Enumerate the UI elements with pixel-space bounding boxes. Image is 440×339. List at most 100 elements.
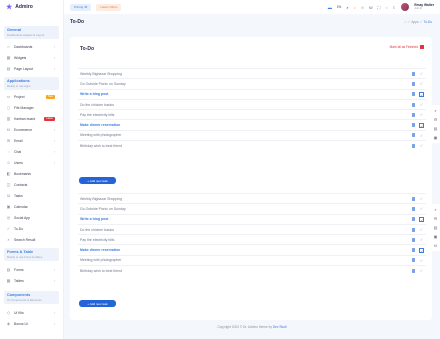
add-task-button[interactable]: + Add new task	[79, 300, 116, 307]
task-row[interactable]: Birthday wish to best friend ✓	[78, 140, 426, 150]
add-task-button[interactable]: + Add new task	[79, 177, 116, 184]
star-icon[interactable]: ☆	[361, 5, 365, 10]
check-icon[interactable]: ✓	[419, 216, 424, 223]
layout-icon[interactable]: ▤	[434, 225, 438, 230]
sidebar-item-project[interactable]: ▭ Project New	[0, 91, 63, 102]
sidebar-item-search-result[interactable]: ⌕ Search Result	[0, 234, 63, 245]
check-icon[interactable]: ✓	[419, 237, 424, 242]
trash-icon[interactable]	[412, 92, 415, 97]
breadcrumb-apps[interactable]: Apps	[411, 20, 418, 24]
sidebar-item-todo[interactable]: ✓ To-Do	[0, 223, 63, 234]
mark-all-finished[interactable]: Mark all as Finished	[390, 45, 424, 49]
search-icon[interactable]: ⌕	[434, 207, 436, 212]
task-row[interactable]: Go Outside Picnic on Sunday ✓	[78, 78, 426, 88]
image-icon[interactable]: ▣	[434, 135, 438, 140]
check-icon[interactable]: ✓	[419, 247, 424, 254]
trash-icon[interactable]	[412, 268, 415, 273]
sidebar-item-tasks[interactable]: ☑ Tasks	[0, 190, 63, 201]
offers-pill[interactable]: Latest Offers	[96, 3, 122, 11]
trash-icon[interactable]	[412, 81, 415, 86]
trash-icon[interactable]	[412, 196, 415, 201]
task-row[interactable]: Weekly Bigbazar Shopping ✓	[78, 68, 426, 78]
pricing-pill[interactable]: Pricing 45	[70, 3, 92, 11]
check-icon[interactable]: ✓	[419, 133, 424, 138]
sidebar-item-forms[interactable]: ▤ Forms ›	[0, 264, 63, 275]
trash-icon[interactable]	[412, 206, 415, 211]
task-row[interactable]: Do the chicken basics ✓	[78, 98, 426, 109]
chevron-right-icon: ›	[53, 127, 55, 132]
check-icon[interactable]: ✓	[419, 227, 424, 232]
flag-icon[interactable]: ▬	[328, 5, 332, 10]
trash-icon[interactable]	[412, 123, 415, 128]
avatar[interactable]	[401, 3, 410, 11]
sidebar-item-email[interactable]: ✉ Email ›	[0, 135, 63, 146]
brand-logo[interactable]: ★ Admiro	[0, 0, 63, 14]
trash-icon[interactable]	[412, 133, 415, 138]
task-row[interactable]: Weekly Bigbazar Shopping ✓	[78, 193, 426, 203]
sidebar-item-ui-kits[interactable]: ◇ Ui Kits ›	[0, 307, 63, 318]
sidebar-item-bookmarks[interactable]: ◧ Bookmarks	[0, 168, 63, 179]
trash-icon[interactable]	[412, 237, 415, 242]
cart-icon[interactable]: ⛁	[434, 243, 437, 248]
chat-icon[interactable]: ◌	[385, 5, 387, 10]
sidebar-item-kanban[interactable]: ▥ Kanban board Latest	[0, 113, 63, 124]
task-row[interactable]: Meeting with photographer ✓	[78, 254, 426, 265]
task-row[interactable]: Make dinner reservation ✓	[78, 119, 426, 129]
task-row[interactable]: Go Outside Picnic on Sunday ✓	[78, 203, 426, 213]
check-icon[interactable]: ✓	[419, 102, 424, 107]
fullscreen-icon[interactable]: ⛶	[378, 5, 381, 10]
task-row[interactable]: Birthday wish to best friend ✓	[78, 265, 426, 275]
search-icon[interactable]: ⌕	[434, 108, 436, 113]
user-icon: ☺	[6, 160, 11, 165]
task-row[interactable]: Make dinner reservation ✓	[78, 244, 426, 254]
trash-icon[interactable]	[412, 112, 415, 117]
task-row[interactable]: Write a blog post ✓	[78, 213, 426, 224]
task-row[interactable]: Pay the electricity bills ✓	[78, 234, 426, 244]
gear-icon[interactable]: ⚙	[434, 216, 438, 221]
check-icon[interactable]: ✓	[419, 122, 424, 129]
footer-link[interactable]: Dev Studi	[273, 325, 287, 329]
search-icon[interactable]: ⌕	[346, 5, 348, 10]
user-info[interactable]: Emay Walter Admin	[414, 3, 434, 11]
moon-icon[interactable]: ☾	[393, 5, 397, 10]
sidebar-item-calendar[interactable]: ▣ Calendar	[0, 201, 63, 212]
check-icon[interactable]: ✓	[419, 143, 424, 148]
sidebar-item-contacts[interactable]: ◫ Contacts	[0, 179, 63, 190]
trash-icon[interactable]	[412, 102, 415, 107]
sidebar-item-social-app[interactable]: ◎ Social App	[0, 212, 63, 223]
task-row[interactable]: Meeting with photographer ✓	[78, 129, 426, 140]
cart-icon[interactable]: ⛁	[369, 5, 372, 10]
gear-icon[interactable]: ⚙	[434, 117, 438, 122]
bell-icon[interactable]: ♪	[354, 5, 356, 10]
check-icon[interactable]: ✓	[419, 268, 424, 273]
sidebar-item-dashboards[interactable]: ⌂ Dashboards ›	[0, 41, 63, 52]
check-icon[interactable]: ✓	[419, 258, 424, 263]
task-row[interactable]: Do the chicken basics ✓	[78, 223, 426, 234]
check-icon[interactable]: ✓	[419, 91, 424, 98]
sidebar-item-page-layout[interactable]: ▤ Page Layout ›	[0, 63, 63, 74]
home-icon[interactable]: ⌂	[405, 20, 407, 24]
check-icon[interactable]: ✓	[419, 71, 424, 76]
layout-icon[interactable]: ▤	[434, 126, 438, 131]
trash-icon[interactable]	[412, 258, 415, 263]
check-icon[interactable]: ✓	[419, 206, 424, 211]
sidebar-item-chat[interactable]: ◌ Chat ›	[0, 146, 63, 157]
sidebar-item-users[interactable]: ☺ Users ›	[0, 157, 63, 168]
sidebar-item-file-manager[interactable]: ▯ File Manager	[0, 102, 63, 113]
trash-icon[interactable]	[412, 143, 415, 148]
check-icon[interactable]: ✓	[419, 196, 424, 201]
sidebar-item-widgets[interactable]: ▦ Widgets ›	[0, 52, 63, 63]
check-icon[interactable]: ✓	[419, 112, 424, 117]
task-row[interactable]: Write a blog post ✓	[78, 88, 426, 99]
check-icon[interactable]: ✓	[419, 81, 424, 86]
sidebar-item-tables[interactable]: ▦ Tables ›	[0, 275, 63, 286]
image-icon[interactable]: ▣	[434, 234, 438, 239]
trash-icon[interactable]	[412, 227, 415, 232]
sidebar-item-bonus-ui[interactable]: ◈ Bonus Ui ›	[0, 318, 63, 329]
trash-icon[interactable]	[412, 217, 415, 222]
trash-icon[interactable]	[412, 71, 415, 76]
language-label[interactable]: EN	[337, 5, 341, 9]
task-row[interactable]: Pay the electricity bills ✓	[78, 109, 426, 119]
trash-icon[interactable]	[412, 248, 415, 253]
sidebar-item-ecommerce[interactable]: ⛁ Ecommerce ›	[0, 124, 63, 135]
